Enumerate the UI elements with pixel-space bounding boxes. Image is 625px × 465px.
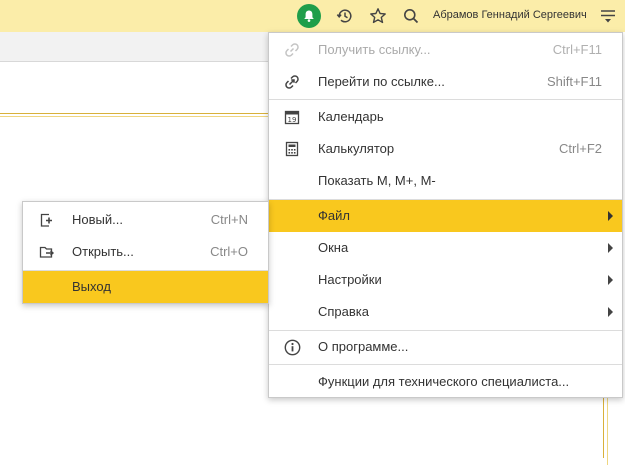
menu-item-shortcut: Shift+F11 [546,74,602,89]
submenu-item-new[interactable]: Новый... Ctrl+N [23,204,268,236]
menu-separator [269,99,622,100]
menu-item-show-memory[interactable]: Показать М, М+, М- [269,165,622,197]
file-submenu: Новый... Ctrl+N Открыть... Ctrl+O Выход [22,201,269,304]
top-bar: Абрамов Геннадий Сергеевич [0,0,625,32]
main-menu-icon[interactable] [596,4,620,28]
link-icon [283,41,301,59]
menu-item-settings[interactable]: Настройки [269,264,622,296]
menu-item-calendar[interactable]: 19 Календарь [269,101,622,133]
background-divider [0,116,268,117]
menu-item-windows[interactable]: Окна [269,232,622,264]
menu-item-label: Функции для технического специалиста... [318,374,570,389]
history-icon[interactable] [333,4,357,28]
menu-item-label: Настройки [318,272,382,287]
goto-link-icon [283,73,301,91]
menu-item-get-link[interactable]: Получить ссылку... Ctrl+F11 [269,34,622,66]
main-dropdown-menu: Получить ссылку... Ctrl+F11 Перейти по с… [268,32,623,398]
info-icon [283,338,301,356]
menu-item-tech-functions[interactable]: Функции для технического специалиста... [269,366,622,398]
menu-item-shortcut: Ctrl+O [210,244,248,259]
menu-item-shortcut: Ctrl+F11 [552,42,602,57]
menu-item-label: Калькулятор [318,141,395,156]
background-divider [0,113,268,114]
menu-item-label: Открыть... [72,244,134,259]
submenu-arrow-icon [608,307,613,317]
menu-item-label: Показать М, М+, М- [318,173,436,188]
menu-item-help[interactable]: Справка [269,296,622,328]
menu-item-label: Получить ссылку... [318,42,431,57]
background-divider [603,398,604,458]
menu-item-calculator[interactable]: Калькулятор Ctrl+F2 [269,133,622,165]
calculator-icon [283,140,301,158]
background-toolbar [0,32,268,62]
calendar-icon-day: 19 [288,116,297,124]
menu-item-label: Новый... [72,212,123,227]
menu-item-label: Выход [72,279,111,294]
background-divider [607,398,608,465]
menu-item-about[interactable]: О программе... [269,331,622,363]
submenu-arrow-icon [608,243,613,253]
favorites-star-icon[interactable] [366,4,390,28]
submenu-item-open[interactable]: Открыть... Ctrl+O [23,236,268,268]
menu-item-shortcut: Ctrl+F2 [559,141,602,156]
submenu-arrow-icon [608,275,613,285]
submenu-arrow-icon [608,211,613,221]
menu-item-label: Файл [318,208,350,223]
menu-item-go-to-link[interactable]: Перейти по ссылке... Shift+F11 [269,66,622,98]
menu-item-file[interactable]: Файл [269,200,622,232]
notification-bell-icon[interactable] [297,4,321,28]
menu-item-shortcut: Ctrl+N [210,212,248,227]
calendar-icon: 19 [283,108,301,126]
search-icon[interactable] [399,4,423,28]
user-name[interactable]: Абрамов Геннадий Сергеевич [433,9,587,21]
menu-item-label: Перейти по ссылке... [318,74,445,89]
submenu-item-exit[interactable]: Выход [23,271,268,303]
new-document-icon [38,212,56,228]
open-folder-icon [38,244,56,260]
menu-item-label: О программе... [318,339,409,354]
menu-separator [269,364,622,365]
menu-item-label: Справка [318,304,369,319]
menu-item-label: Окна [318,240,349,255]
menu-item-label: Календарь [318,109,384,124]
